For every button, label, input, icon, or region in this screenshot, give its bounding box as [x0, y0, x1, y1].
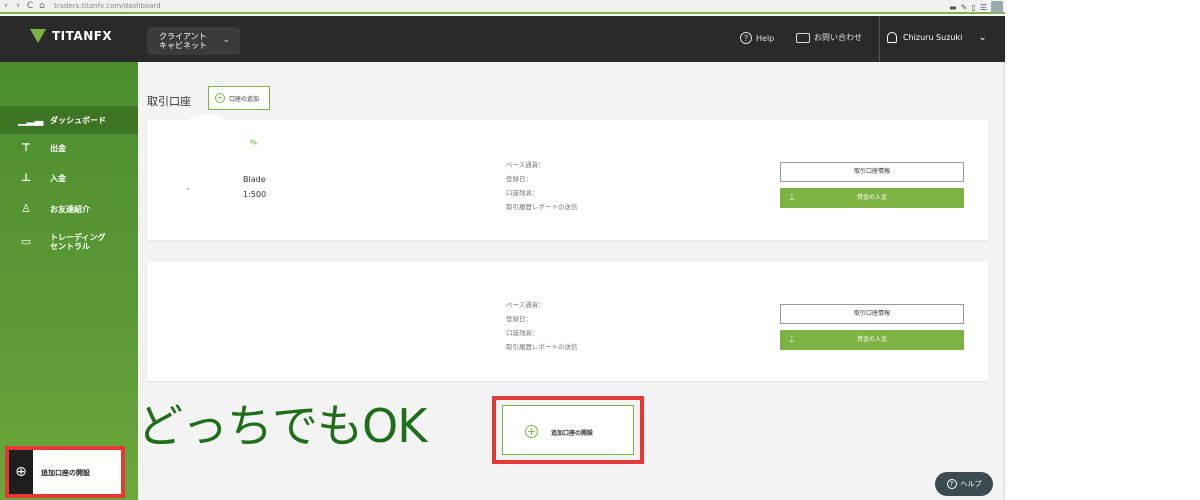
plus-circle-icon: +: [525, 425, 538, 438]
chevron-down-icon: ⌄: [978, 32, 987, 43]
browser-toolbar: ‹ › C ⌂ traders.titanfx.com/dashboard ▬ …: [0, 0, 1005, 14]
sidebar-item-withdraw[interactable]: ⊤ 出金: [0, 134, 138, 162]
label-line-2: セントラル: [50, 242, 90, 251]
open-account-label: 口座の追加: [229, 95, 260, 103]
deposit-button[interactable]: ⊥ 資金の入金: [780, 330, 964, 350]
reader-icon[interactable]: ▯: [971, 3, 975, 12]
add-account-button-highlight: ⊕ 追加口座の開設: [5, 446, 125, 498]
help-fab-button[interactable]: ? ヘルプ: [935, 472, 993, 496]
user-menu[interactable]: Chizuru Suzuki ⌄: [887, 32, 987, 43]
url-bar[interactable]: traders.titanfx.com/dashboard: [54, 2, 161, 10]
sidebar-item-label: 入金: [50, 173, 66, 183]
app-header: TITANFX クライアント キャビネット ⌄ ? Help お問い合わせ Ch…: [0, 16, 1005, 62]
monitor-icon: ▭: [20, 235, 32, 248]
page-title: 取引口座: [147, 95, 191, 108]
user-icon: [887, 32, 897, 43]
titan-logo-icon: [30, 29, 46, 43]
deposit-label: 資金の入金: [856, 336, 887, 343]
sidebar-item-trading-central[interactable]: ▭ トレーディング セントラル: [0, 228, 138, 256]
pencil-icon[interactable]: ✎: [248, 137, 260, 150]
add-account-card[interactable]: + 追加口座の開設: [502, 405, 634, 455]
sidebar: ▁▂▃ ダッシュボード ⊤ 出金 ⊥ 入金 ♙ お友達紹介 ▭ トレーディング …: [0, 62, 138, 500]
add-account-card-label: 追加口座の開設: [551, 430, 594, 437]
user-icon: ♙: [21, 202, 31, 215]
bookmark-icon[interactable]: ☰: [980, 3, 987, 12]
sidebar-item-deposit[interactable]: ⊥ 入金: [0, 164, 138, 192]
info-report-link[interactable]: 取引履歴レポートの送信: [506, 340, 578, 354]
sidebar-item-label: ダッシュボード: [50, 115, 106, 125]
question-icon: ?: [740, 32, 752, 44]
account-info-button[interactable]: 取引口座情報: [780, 304, 964, 324]
add-account-card-highlight: + 追加口座の開設: [492, 396, 644, 464]
info-base-currency: ベース通貨：: [506, 161, 545, 169]
client-cabinet-selector[interactable]: クライアント キャビネット ⌄: [147, 27, 240, 55]
account-card: ✎ Blade 1:500 ベース通貨： 登録日： 口座残高： 取引履歴レポート…: [147, 114, 988, 240]
help-link[interactable]: ? Help: [740, 32, 774, 44]
account-card: ベース通貨： 登録日： 口座残高： 取引履歴レポートの送信 取引口座情報 ⊥ 資…: [147, 262, 988, 381]
sidebar-item-referral[interactable]: ♙ お友達紹介: [0, 195, 138, 223]
user-name: Chizuru Suzuki: [903, 33, 963, 42]
sidebar-item-label: お友達紹介: [50, 204, 90, 214]
logo-text: TITANFX: [52, 29, 113, 43]
logo[interactable]: TITANFX: [30, 29, 112, 43]
help-fab-label: ヘルプ: [960, 480, 982, 488]
deposit-label: 資金の入金: [856, 194, 887, 201]
deposit-button[interactable]: ⊥ 資金の入金: [780, 188, 964, 208]
account-type: Blade: [243, 175, 266, 184]
account-info-list: ベース通貨： 登録日： 口座残高： 取引履歴レポートの送信: [506, 158, 578, 214]
account-info-list: ベース通貨： 登録日： 口座残高： 取引履歴レポートの送信: [506, 298, 578, 354]
info-balance: 口座残高：: [506, 189, 539, 197]
info-base-currency: ベース通貨：: [506, 301, 545, 309]
back-icon[interactable]: ‹: [0, 1, 12, 11]
info-registered: 登録日：: [506, 175, 532, 183]
info-registered: 登録日：: [506, 315, 532, 323]
withdraw-icon: ⊤: [20, 141, 32, 154]
plus-circle-icon: ⊕: [9, 450, 33, 494]
chat-icon: [796, 32, 810, 43]
add-account-button[interactable]: ⊕ 追加口座の開設: [9, 450, 121, 494]
contact-label: お問い合わせ: [814, 33, 862, 42]
account-avatar: [175, 114, 239, 178]
contact-link[interactable]: お問い合わせ: [796, 32, 862, 43]
deposit-icon: ⊥: [20, 171, 32, 184]
header-divider: [879, 16, 880, 62]
open-account-button[interactable]: + 口座の追加: [208, 86, 270, 110]
chevron-down-icon: ⌄: [222, 35, 230, 45]
deposit-icon: ⊥: [788, 193, 796, 203]
browser-extensions: ▬ ✎ ▯ ☰: [949, 0, 1003, 14]
bar-chart-icon: ▁▂▃: [18, 113, 44, 126]
edit-icon[interactable]: ✎: [961, 3, 968, 12]
info-report-link[interactable]: 取引履歴レポートの送信: [506, 200, 578, 214]
help-label: Help: [756, 33, 775, 43]
label-line-1: トレーディング: [50, 233, 106, 242]
question-icon: ?: [946, 479, 957, 489]
sidebar-item-label: 出金: [50, 143, 66, 153]
reload-icon[interactable]: C: [24, 1, 36, 11]
annotation-text: どっちでもOK: [137, 399, 427, 453]
screen: ‹ › C ⌂ traders.titanfx.com/dashboard ▬ …: [0, 0, 1200, 500]
forward-icon[interactable]: ›: [12, 1, 24, 11]
profile-avatar-icon[interactable]: [991, 1, 1003, 13]
home-icon[interactable]: ⌂: [36, 1, 48, 11]
account-leverage: 1:500: [243, 190, 267, 199]
sidebar-item-dashboard[interactable]: ▁▂▃ ダッシュボード: [0, 106, 138, 134]
decor-dot: [187, 188, 189, 190]
deposit-icon: ⊥: [788, 335, 796, 345]
extension-icon[interactable]: ▬: [949, 3, 957, 12]
info-balance: 口座残高：: [506, 329, 539, 337]
account-info-button[interactable]: 取引口座情報: [780, 162, 964, 182]
sidebar-item-label: トレーディング セントラル: [50, 233, 105, 251]
plus-circle-icon: +: [215, 93, 225, 103]
add-account-label: 追加口座の開設: [41, 469, 90, 477]
